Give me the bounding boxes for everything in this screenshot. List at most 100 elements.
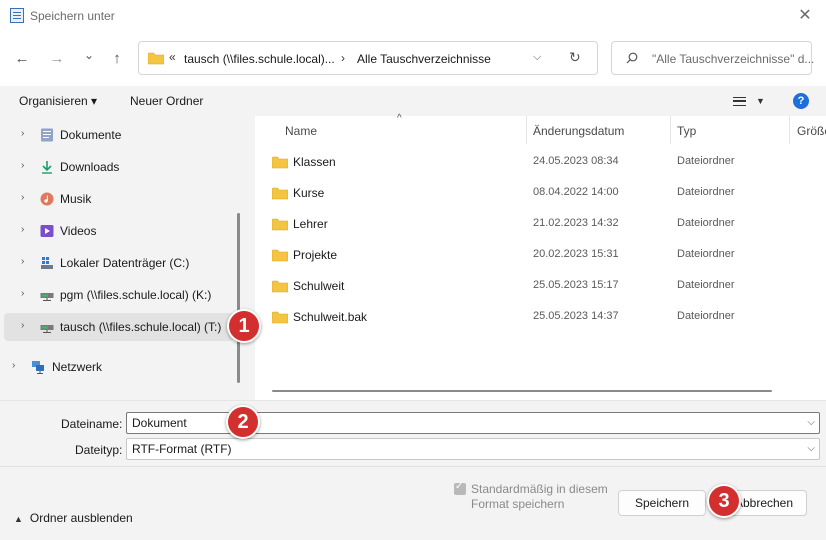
sidebar-item-network[interactable]: › Netzwerk — [0, 353, 240, 381]
file-name: Schulweit — [293, 279, 345, 293]
sidebar-item-pgm-drive[interactable]: › pgm (\\files.schule.local) (K:) — [0, 281, 240, 309]
document-icon — [10, 8, 24, 23]
column-divider[interactable] — [526, 116, 527, 144]
file-row[interactable]: Kurse 08.04.2022 14:00 Dateiordner — [255, 177, 826, 208]
window-title: Speichern unter — [30, 9, 115, 23]
folder-icon — [272, 249, 288, 262]
local-disk-icon — [41, 257, 53, 269]
file-name: Projekte — [293, 248, 338, 262]
hide-folders-button[interactable]: ▲ Ordner ausblenden — [14, 511, 133, 525]
organize-button[interactable]: Organisieren ▾ — [19, 94, 97, 108]
file-list: ^ Name Änderungsdatum Typ Größe Klassen … — [255, 113, 826, 400]
up-icon[interactable]: ↑ — [106, 48, 128, 70]
filename-value: Dokument — [132, 416, 187, 430]
folder-icon — [272, 311, 288, 324]
file-row[interactable]: Projekte 20.02.2023 15:31 Dateiordner — [255, 239, 826, 270]
save-button[interactable]: Speichern — [618, 490, 706, 516]
navigation-bar: ← → ⌄ ↑ « tausch (\\files.schule.local).… — [0, 32, 826, 86]
folder-icon — [272, 187, 288, 200]
sidebar-scrollbar[interactable] — [237, 213, 240, 383]
help-icon[interactable]: ? — [793, 93, 809, 109]
folder-icon — [272, 218, 288, 231]
chevron-right-icon[interactable]: › — [21, 320, 24, 331]
chevron-right-icon[interactable]: › — [21, 224, 24, 235]
sidebar-item-label: Dokumente — [60, 128, 122, 142]
chevron-right-icon[interactable]: › — [21, 288, 24, 299]
default-format-label: Standardmäßig in diesem Format speichern — [471, 482, 608, 511]
sidebar-item-music[interactable]: › Musik — [0, 185, 240, 213]
breadcrumb-overflow[interactable]: « — [169, 50, 176, 64]
chevron-right-icon[interactable]: › — [21, 128, 24, 139]
filetype-label: Dateityp: — [75, 443, 123, 457]
file-date: 20.02.2023 15:31 — [533, 248, 619, 260]
chevron-down-icon[interactable]: ⌵ — [533, 51, 541, 64]
hide-folders-label: Ordner ausblenden — [29, 511, 133, 525]
horizontal-scrollbar[interactable] — [272, 390, 772, 392]
sidebar-item-label: Lokaler Datenträger (C:) — [60, 256, 190, 270]
file-type: Dateiordner — [677, 248, 735, 260]
file-name: Lehrer — [293, 217, 328, 231]
network-icon — [32, 361, 44, 374]
sidebar-item-downloads[interactable]: › Downloads — [0, 153, 240, 181]
documents-icon — [41, 128, 53, 142]
divider — [0, 466, 826, 467]
filetype-value: RTF-Format (RTF) — [132, 442, 232, 456]
chevron-right-icon[interactable]: › — [12, 360, 15, 371]
address-bar[interactable]: « tausch (\\files.schule.local)... › All… — [138, 41, 598, 75]
network-drive-icon — [40, 293, 54, 301]
sort-ascending-icon: ^ — [397, 113, 402, 124]
filetype-select[interactable]: RTF-Format (RTF) ⌵ — [126, 438, 820, 460]
file-row[interactable]: Schulweit 25.05.2023 15:17 Dateiordner — [255, 270, 826, 301]
search-input[interactable]: "Alle Tauschverzeichnisse" d... — [611, 41, 814, 75]
view-dropdown-icon[interactable]: ▼ — [756, 96, 765, 106]
downloads-icon — [42, 161, 52, 174]
column-header-name[interactable]: Name — [285, 124, 317, 138]
column-header-type[interactable]: Typ — [677, 124, 696, 138]
annotation-badge-3: 3 — [707, 484, 741, 518]
folder-icon — [148, 52, 164, 65]
chevron-up-icon: ▲ — [14, 514, 23, 524]
file-type: Dateiordner — [677, 279, 735, 291]
chevron-down-icon[interactable]: ⌵ — [807, 443, 815, 454]
file-name: Kurse — [293, 186, 325, 200]
chevron-right-icon[interactable]: › — [21, 160, 24, 171]
filename-label: Dateiname: — [61, 417, 123, 431]
chevron-down-icon[interactable]: ⌵ — [807, 417, 815, 428]
recent-locations-icon[interactable]: ⌄ — [78, 44, 100, 66]
file-row[interactable]: Lehrer 21.02.2023 14:32 Dateiordner — [255, 208, 826, 239]
back-icon[interactable]: ← — [11, 48, 33, 70]
column-header-size[interactable]: Größe — [797, 124, 826, 138]
view-list-icon[interactable] — [733, 97, 746, 106]
refresh-icon[interactable]: ↻ — [569, 49, 581, 66]
sidebar-item-label: Musik — [60, 192, 92, 206]
close-button[interactable]: ✕ — [794, 6, 816, 26]
sidebar-item-local-disk[interactable]: › Lokaler Datenträger (C:) — [0, 249, 240, 277]
save-form: Dateiname: Dokument ⌵ Dateityp: RTF-Form… — [0, 400, 826, 540]
file-date: 24.05.2023 08:34 — [533, 155, 619, 167]
breadcrumb-separator: › — [341, 51, 345, 65]
file-row[interactable]: Schulweit.bak 25.05.2023 14:37 Dateiordn… — [255, 301, 826, 332]
annotation-badge-2: 2 — [226, 405, 260, 439]
forward-icon[interactable]: → — [46, 48, 68, 70]
breadcrumb-tausch[interactable]: tausch (\\files.schule.local)... — [184, 52, 335, 66]
folder-icon — [272, 280, 288, 293]
default-format-checkbox[interactable] — [454, 481, 466, 495]
sidebar-item-label: tausch (\\files.schule.local) (T:) — [60, 320, 222, 334]
file-row[interactable]: Klassen 24.05.2023 08:34 Dateiordner — [255, 146, 826, 177]
folder-icon — [272, 156, 288, 169]
file-name: Klassen — [293, 155, 336, 169]
column-divider[interactable] — [670, 116, 671, 144]
sidebar-item-documents[interactable]: › Dokumente — [0, 121, 240, 149]
sidebar-item-videos[interactable]: › Videos — [0, 217, 240, 245]
sidebar-item-tausch-drive[interactable]: › tausch (\\files.schule.local) (T:) — [4, 313, 234, 341]
annotation-badge-1: 1 — [227, 309, 261, 343]
breadcrumb-current[interactable]: Alle Tauschverzeichnisse — [357, 52, 491, 66]
file-date: 25.05.2023 14:37 — [533, 310, 619, 322]
chevron-right-icon[interactable]: › — [21, 192, 24, 203]
column-divider[interactable] — [789, 116, 790, 144]
music-icon — [40, 192, 54, 206]
title-bar: Speichern unter ✕ — [0, 0, 826, 32]
column-header-date[interactable]: Änderungsdatum — [533, 124, 624, 138]
chevron-right-icon[interactable]: › — [21, 256, 24, 267]
new-folder-button[interactable]: Neuer Ordner — [130, 94, 203, 108]
